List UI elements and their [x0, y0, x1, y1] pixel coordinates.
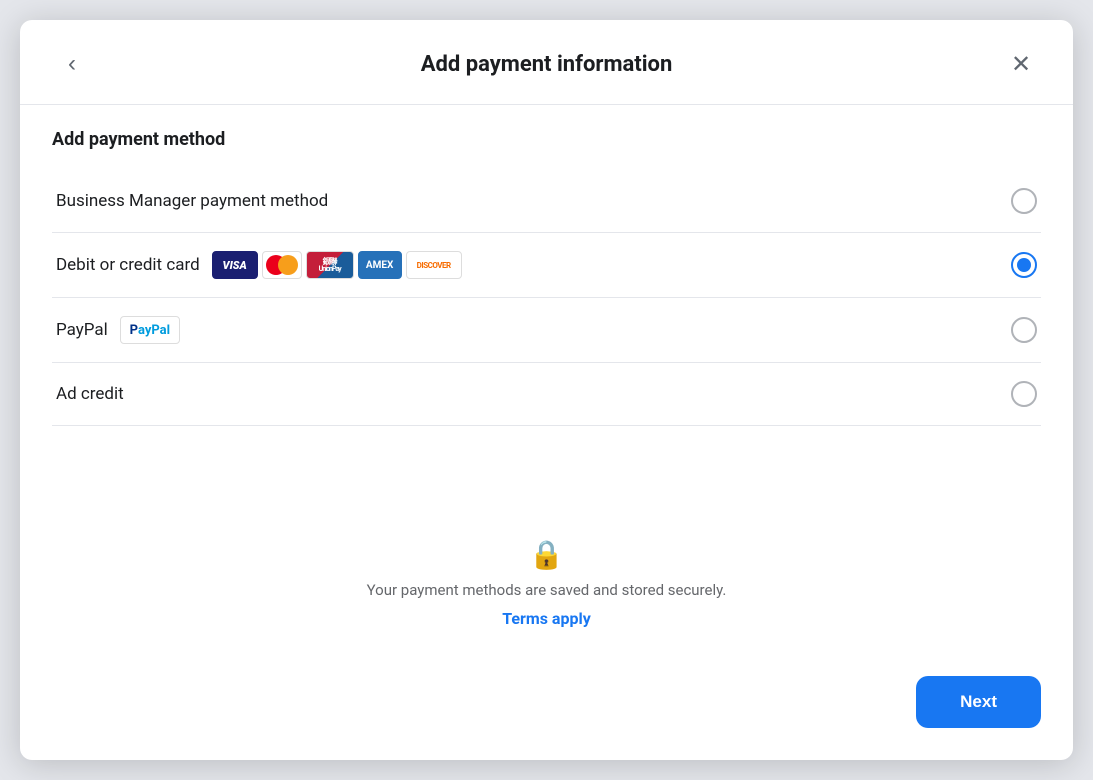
debit-credit-label: Debit or credit card — [56, 255, 200, 275]
payment-modal: ‹ Add payment information ✕ Add payment … — [20, 20, 1073, 760]
ad-credit-label: Ad credit — [56, 384, 124, 404]
security-text: Your payment methods are saved and store… — [367, 581, 727, 599]
lock-icon: 🔒 — [529, 538, 564, 571]
section-title: Add payment method — [52, 129, 1041, 150]
security-section: 🔒 Your payment methods are saved and sto… — [52, 498, 1041, 628]
radio-ad-credit[interactable] — [1011, 381, 1037, 407]
business-manager-label: Business Manager payment method — [56, 191, 328, 211]
modal-header: ‹ Add payment information ✕ — [20, 20, 1073, 104]
payment-option-business-manager[interactable]: Business Manager payment method — [52, 170, 1041, 233]
amex-icon: AMEX — [358, 251, 402, 279]
payment-option-ad-credit[interactable]: Ad credit — [52, 363, 1041, 426]
mastercard-icon — [262, 251, 302, 279]
payment-option-debit-credit[interactable]: Debit or credit card VISA 銀聯 UnionP — [52, 233, 1041, 298]
card-icons: VISA 銀聯 UnionPay AMEX — [212, 251, 462, 279]
paypal-logo: PayPal — [120, 316, 180, 344]
radio-debit-credit[interactable] — [1011, 252, 1037, 278]
modal-body: Add payment method Business Manager paym… — [20, 105, 1073, 660]
discover-icon: DISCOVER — [406, 251, 462, 279]
paypal-label: PayPal — [56, 320, 108, 340]
visa-icon: VISA — [212, 251, 258, 279]
payment-option-paypal[interactable]: PayPal PayPal — [52, 298, 1041, 363]
modal-title: Add payment information — [92, 52, 1001, 77]
radio-business-manager[interactable] — [1011, 188, 1037, 214]
close-button[interactable]: ✕ — [1001, 44, 1041, 84]
radio-paypal[interactable] — [1011, 317, 1037, 343]
back-button[interactable]: ‹ — [52, 44, 92, 84]
terms-link[interactable]: Terms apply — [502, 609, 591, 628]
unionpay-icon: 銀聯 UnionPay — [306, 251, 354, 279]
next-button[interactable]: Next — [916, 676, 1041, 728]
modal-footer: Next — [20, 660, 1073, 760]
